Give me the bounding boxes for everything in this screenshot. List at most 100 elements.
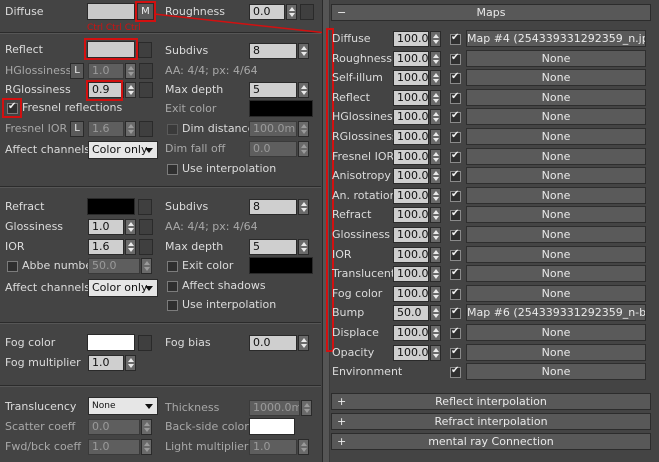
map-amount-spinner[interactable] <box>430 51 441 67</box>
rglossiness-map-button[interactable] <box>139 82 153 98</box>
map-slot-button[interactable]: None <box>466 285 646 302</box>
map-amount-input[interactable]: 100.0 <box>393 207 429 223</box>
map-amount-spinner[interactable] <box>430 149 441 165</box>
scatter-coeff-spinner[interactable] <box>141 419 152 435</box>
reflect-use-interpolation-checkbox[interactable] <box>167 164 178 175</box>
fog-color-map-button[interactable] <box>138 335 152 351</box>
map-amount-spinner[interactable] <box>430 129 441 145</box>
map-amount-spinner[interactable] <box>430 227 441 243</box>
reflect-map-button[interactable] <box>138 42 152 58</box>
hglossiness-map-button[interactable] <box>139 63 153 79</box>
ior-map-button[interactable] <box>139 239 153 255</box>
diffuse-color-swatch[interactable] <box>87 3 135 20</box>
map-amount-input[interactable]: 50.0 <box>393 305 429 321</box>
rollout-reflect-interpolation[interactable]: + Reflect interpolation <box>331 393 651 410</box>
refract-max-depth-input[interactable]: 5 <box>249 239 297 255</box>
map-slot-button[interactable]: None <box>466 363 646 380</box>
map-enable-checkbox[interactable] <box>450 189 461 202</box>
map-amount-input[interactable]: 100.0 <box>393 90 429 106</box>
fresnel-ior-spinner[interactable] <box>125 121 136 137</box>
map-slot-button[interactable]: None <box>466 108 646 125</box>
hglossiness-input[interactable]: 1.0 <box>88 63 124 79</box>
map-amount-input[interactable]: 100.0 <box>393 188 429 204</box>
map-enable-checkbox[interactable] <box>450 306 461 319</box>
map-enable-checkbox[interactable] <box>450 208 461 221</box>
map-enable-checkbox[interactable] <box>450 150 461 163</box>
fog-multiplier-spinner[interactable] <box>125 355 136 371</box>
map-slot-button[interactable]: Map #4 (254339331292359_n.jpg) <box>466 30 646 47</box>
refract-exit-color-swatch[interactable] <box>249 257 313 274</box>
map-amount-spinner[interactable] <box>430 31 441 47</box>
ior-spinner[interactable] <box>125 239 136 255</box>
fresnel-ior-input[interactable]: 1.6 <box>88 121 124 137</box>
refract-map-button[interactable] <box>138 199 152 215</box>
map-enable-checkbox[interactable] <box>450 287 461 300</box>
reflect-max-depth-spinner[interactable] <box>298 82 309 98</box>
map-enable-checkbox[interactable] <box>450 91 461 104</box>
dim-falloff-spinner[interactable] <box>298 141 309 157</box>
fresnel-ior-map-button[interactable] <box>139 121 153 137</box>
dim-falloff-input[interactable]: 0.0 <box>249 141 297 157</box>
map-enable-checkbox[interactable] <box>450 365 461 378</box>
map-amount-input[interactable]: 100.0 <box>393 286 429 302</box>
fresnel-ior-lock-button[interactable]: L <box>70 121 84 137</box>
map-enable-checkbox[interactable] <box>450 228 461 241</box>
reflect-subdivs-spinner[interactable] <box>298 43 309 59</box>
map-amount-spinner[interactable] <box>430 247 441 263</box>
reflect-affect-channels-dropdown[interactable]: Color only <box>88 141 158 159</box>
rollout-mental-ray-connection[interactable]: + mental ray Connection <box>331 433 651 450</box>
abbe-number-input[interactable]: 50.0 <box>88 258 140 274</box>
map-amount-input[interactable]: 100.0 <box>393 70 429 86</box>
map-amount-input[interactable]: 100.0 <box>393 109 429 125</box>
map-slot-button[interactable]: None <box>466 226 646 243</box>
map-enable-checkbox[interactable] <box>450 248 461 261</box>
maps-rollout-header[interactable]: − Maps <box>331 4 651 21</box>
light-multiplier-input[interactable]: 1.0 <box>249 439 297 455</box>
map-slot-button[interactable]: None <box>466 128 646 145</box>
map-slot-button[interactable]: None <box>466 89 646 106</box>
fog-multiplier-input[interactable]: 1.0 <box>88 355 124 371</box>
translucency-dropdown[interactable]: None <box>88 397 158 415</box>
map-enable-checkbox[interactable] <box>450 326 461 339</box>
map-enable-checkbox[interactable] <box>450 346 461 359</box>
map-enable-checkbox[interactable] <box>450 110 461 123</box>
map-slot-button[interactable]: None <box>466 324 646 341</box>
refract-affect-channels-dropdown[interactable]: Color only <box>88 279 158 297</box>
map-slot-button[interactable]: None <box>466 167 646 184</box>
map-enable-checkbox[interactable] <box>450 169 461 182</box>
map-enable-checkbox[interactable] <box>450 130 461 143</box>
map-amount-spinner[interactable] <box>430 266 441 282</box>
refract-glossiness-spinner[interactable] <box>125 219 136 235</box>
fog-bias-input[interactable]: 0.0 <box>249 335 297 351</box>
refract-subdivs-spinner[interactable] <box>298 199 309 215</box>
refract-use-interpolation-checkbox[interactable] <box>167 300 178 311</box>
map-enable-checkbox[interactable] <box>450 71 461 84</box>
map-amount-spinner[interactable] <box>430 188 441 204</box>
scatter-coeff-input[interactable]: 0.0 <box>88 419 140 435</box>
ior-input[interactable]: 1.6 <box>88 239 124 255</box>
fog-bias-spinner[interactable] <box>298 335 309 351</box>
refract-max-depth-spinner[interactable] <box>298 239 309 255</box>
thickness-input[interactable]: 1000.0mm <box>249 400 300 416</box>
fwdbck-coeff-input[interactable]: 1.0 <box>88 439 140 455</box>
thickness-spinner[interactable] <box>301 400 312 416</box>
map-amount-input[interactable]: 100.0 <box>393 51 429 67</box>
fwdbck-coeff-spinner[interactable] <box>141 439 152 455</box>
refract-exit-color-checkbox[interactable] <box>167 261 178 272</box>
map-enable-checkbox[interactable] <box>450 32 461 45</box>
map-amount-input[interactable]: 100.0 <box>393 168 429 184</box>
hglossiness-spinner[interactable] <box>125 63 136 79</box>
map-amount-spinner[interactable] <box>430 286 441 302</box>
hglossiness-lock-button[interactable]: L <box>70 63 84 79</box>
dim-distance-spinner[interactable] <box>298 121 309 137</box>
abbe-number-spinner[interactable] <box>141 258 152 274</box>
map-amount-spinner[interactable] <box>430 90 441 106</box>
map-slot-button[interactable]: None <box>466 69 646 86</box>
reflect-subdivs-input[interactable]: 8 <box>249 43 297 59</box>
map-amount-spinner[interactable] <box>430 305 441 321</box>
map-amount-input[interactable]: 100.0 <box>393 129 429 145</box>
map-slot-button[interactable]: None <box>466 50 646 67</box>
map-amount-input[interactable]: 100.0 <box>393 247 429 263</box>
map-enable-checkbox[interactable] <box>450 267 461 280</box>
map-amount-input[interactable]: 100.0 <box>393 325 429 341</box>
